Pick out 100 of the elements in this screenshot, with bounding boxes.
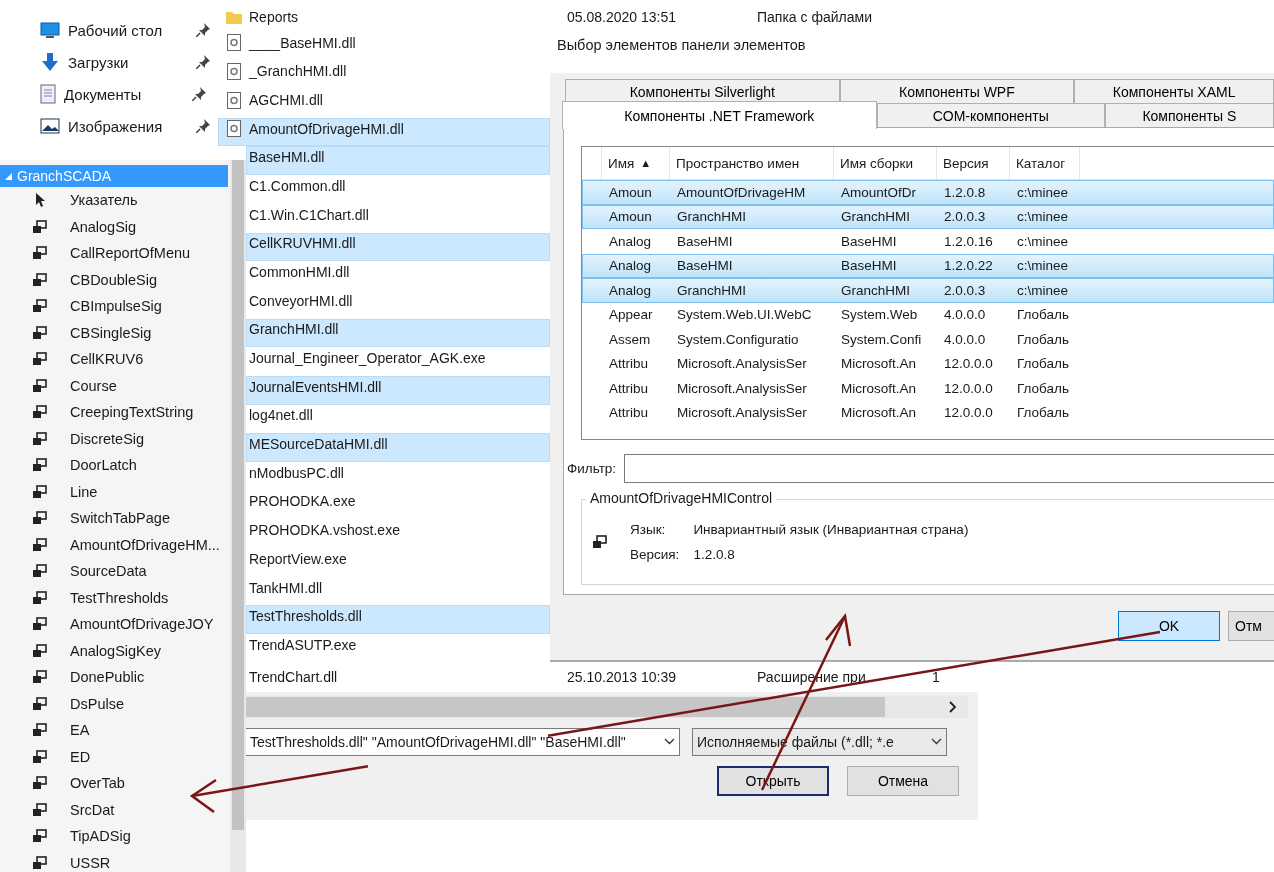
file-row[interactable]: TankHMI.dll xyxy=(246,576,550,606)
file-row[interactable]: ReportView.exe xyxy=(246,548,550,577)
file-row[interactable]: MESourceDataHMI.dll xyxy=(246,433,550,462)
toolbox-item[interactable]: DiscreteSig xyxy=(70,430,145,447)
toolbox-item[interactable]: Указатель xyxy=(70,192,138,209)
file-row[interactable]: Reports 05.08.2020 13:51 Папка с файлами xyxy=(218,3,978,32)
toolbox-item[interactable]: AnalogSig xyxy=(70,218,137,235)
tab[interactable]: Компоненты XAML xyxy=(1074,79,1274,103)
toolbox-item[interactable]: AnalogSigKey xyxy=(70,642,162,659)
table-row[interactable]: Amoun GranchHMI GranchHMI 2.0.0.3 c:\minee xyxy=(582,204,1274,229)
toolbox-item[interactable]: CBImpulseSig xyxy=(70,298,162,315)
toolbox-item[interactable]: CreepingTextString xyxy=(70,404,194,421)
filter-field[interactable] xyxy=(624,454,1274,483)
file-row[interactable]: ____BaseHMI.dll xyxy=(218,31,550,61)
table-cell-text: Глобаль xyxy=(1016,380,1070,396)
table-cell-text: 12.0.0.0 xyxy=(943,405,994,421)
version-value: 1.2.0.8 xyxy=(693,547,736,562)
tab[interactable]: Компоненты WPF xyxy=(839,79,1075,103)
file-row[interactable]: AGCHMI.dll xyxy=(218,89,550,118)
toolbox-item[interactable]: DsPulse xyxy=(70,695,124,712)
toolbox-item[interactable]: CBDoubleSig xyxy=(70,271,158,288)
table-cell-text: AmountOfDrivageHM xyxy=(676,184,807,200)
table-row[interactable]: Attribu Microsoft.AnalysisSer Microsoft.An 12.0.0.0 Глобаль xyxy=(582,351,1274,376)
file-row[interactable]: _GranchHMI.dll xyxy=(218,60,550,90)
file-row[interactable]: log4net.dll xyxy=(246,404,550,434)
toolbox-item[interactable]: Course xyxy=(70,377,117,394)
quick-access-item[interactable]: Документы xyxy=(64,85,184,103)
toolbox-item[interactable]: SrcDat xyxy=(70,801,115,818)
file-row[interactable]: CommonHMI.dll xyxy=(246,261,550,290)
tab[interactable]: COM-компоненты xyxy=(876,103,1105,127)
table-cell-text: Microsoft.An xyxy=(840,405,918,421)
scrollbar-thumb[interactable] xyxy=(245,696,885,717)
dialog-button[interactable]: Отм xyxy=(1228,611,1274,641)
pin-icon[interactable] xyxy=(196,55,210,69)
table-row[interactable]: Assem System.Configuratio System.Confi 4.0.0.0 Глобаль xyxy=(582,327,1274,352)
file-row[interactable]: C1.Common.dll xyxy=(246,175,550,204)
file-row[interactable]: TrendASUTP.exe xyxy=(246,634,550,663)
file-row[interactable]: PROHODKA.exe xyxy=(246,490,550,520)
table-row[interactable]: Attribu Microsoft.AnalysisSer Microsoft.An 12.0.0.0 Глобаль xyxy=(582,376,1274,401)
toolbox-item[interactable]: SourceData xyxy=(70,563,147,580)
table-row[interactable]: Appear System.Web.UI.WebC System.Web 4.0.0.0 Глобаль xyxy=(582,302,1274,327)
column-header[interactable]: Имя сборки xyxy=(840,155,913,171)
file-row[interactable]: BaseHMI.dll xyxy=(246,146,550,176)
quick-access-item[interactable]: Рабочий стол xyxy=(68,21,188,39)
toolbox-item[interactable]: TestThresholds xyxy=(70,589,169,606)
dialog-button[interactable]: OK xyxy=(1118,611,1220,641)
toolbox-item[interactable]: TipADSig xyxy=(70,828,131,845)
file-size: 1 xyxy=(932,669,941,686)
file-row[interactable]: GranchHMI.dll xyxy=(246,318,550,348)
file-name-field[interactable]: TestThresholds.dll" "AmountOfDrivageHMI.dll" "BaseHMI.dll" xyxy=(245,727,680,756)
table-row[interactable]: Analog BaseHMI BaseHMI 1.2.0.22 c:\minee xyxy=(582,253,1274,278)
control-icon xyxy=(32,536,48,553)
file-row[interactable]: Journal_Engineer_Operator_AGK.exe xyxy=(246,347,550,376)
toolbox-item[interactable]: CBSingleSig xyxy=(70,324,152,341)
document-icon xyxy=(40,84,56,104)
table-row[interactable]: Analog BaseHMI BaseHMI 1.2.0.16 c:\minee xyxy=(582,229,1274,254)
toolbox-item[interactable]: ED xyxy=(70,748,91,765)
pin-icon[interactable] xyxy=(192,87,206,101)
column-header[interactable]: Версия xyxy=(943,155,989,171)
table-cell-text: System.Configuratio xyxy=(676,331,800,347)
pin-icon[interactable] xyxy=(196,119,210,133)
file-row[interactable]: C1.Win.C1Chart.dll xyxy=(246,203,550,233)
file-name: GranchHMI.dll xyxy=(249,321,340,338)
toolbox-item[interactable]: Line xyxy=(70,483,98,500)
file-row[interactable]: CellKRUVHMI.dll xyxy=(246,232,550,262)
file-row[interactable]: AmountOfDrivageHMI.dll xyxy=(218,117,550,147)
file-row[interactable]: nModbusPC.dll xyxy=(246,462,550,491)
file-date: 25.10.2013 10:39 xyxy=(567,669,677,686)
column-header[interactable]: Имя xyxy=(608,155,635,171)
toolbox-item[interactable]: USSR xyxy=(70,854,111,871)
file-row[interactable]: ConveyorHMI.dll xyxy=(246,289,550,319)
table-row[interactable]: Amoun AmountOfDrivageHM AmountOfDr 1.2.0.8 c:\minee xyxy=(582,180,1274,205)
chevron-right-icon[interactable] xyxy=(948,700,958,713)
tab[interactable]: Компоненты S xyxy=(1104,103,1274,127)
file-row[interactable]: JournalEventsHMI.dll xyxy=(246,375,550,405)
control-icon xyxy=(32,854,48,871)
file-row[interactable]: TestThresholds.dll xyxy=(246,605,550,635)
toolbox-item[interactable]: DonePublic xyxy=(70,669,145,686)
quick-access-item[interactable]: Изображения xyxy=(68,117,188,135)
quick-access-item[interactable]: Загрузки xyxy=(68,53,188,71)
file-row[interactable]: PROHODKA.vshost.exe xyxy=(246,519,550,549)
pin-icon[interactable] xyxy=(196,23,210,37)
table-row[interactable]: Attribu Microsoft.AnalysisSer Microsoft.An 12.0.0.0 Глобаль xyxy=(582,400,1274,425)
toolbox-item[interactable]: AmountOfDrivageJOY xyxy=(70,616,214,633)
toolbox-item[interactable]: AmountOfDrivageHM... xyxy=(70,536,220,553)
toolbox-item[interactable]: OverTab xyxy=(70,775,125,792)
toolbox-item[interactable]: CellKRUV6 xyxy=(70,351,144,368)
column-header[interactable]: Пространство имен xyxy=(676,155,800,171)
table-cell-text: Microsoft.An xyxy=(840,380,918,396)
scrollbar-thumb[interactable] xyxy=(232,160,244,830)
toolbox-item[interactable]: EA xyxy=(70,722,90,739)
toolbox-item[interactable]: SwitchTabPage xyxy=(70,510,170,527)
toolbox-item[interactable]: DoorLatch xyxy=(70,457,137,474)
dialog-button[interactable]: Отмена xyxy=(847,765,959,796)
table-row[interactable]: Analog GranchHMI GranchHMI 2.0.0.3 c:\minee xyxy=(582,278,1274,303)
tab[interactable]: Компоненты Silverlight xyxy=(565,79,840,103)
control-icon xyxy=(32,218,48,235)
column-header[interactable]: Каталог xyxy=(1016,155,1066,171)
toolbox-item[interactable]: CallReportOfMenu xyxy=(70,245,191,262)
tab[interactable]: Компоненты .NET Framework xyxy=(562,101,877,129)
